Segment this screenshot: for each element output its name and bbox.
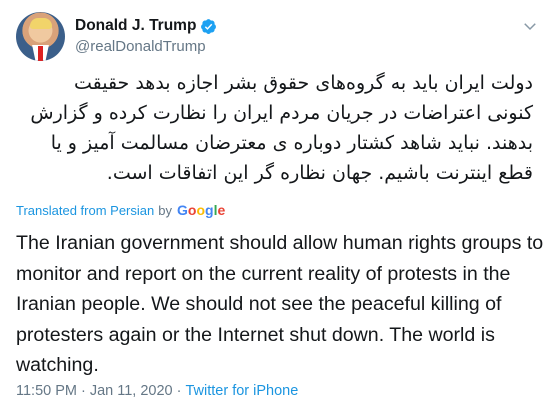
google-logo: Google: [176, 202, 226, 218]
tweet-card: Donald J. Trump @realDonaldTrump دولت ای…: [0, 0, 555, 416]
meta-separator: ·: [176, 383, 182, 399]
chevron-down-icon[interactable]: [521, 17, 539, 35]
author-display-name[interactable]: Donald J. Trump: [75, 17, 196, 35]
tweet-time[interactable]: 11:50 PM: [16, 383, 77, 399]
verified-badge-icon: [201, 18, 217, 34]
author-name-row: Donald J. Trump: [75, 17, 217, 35]
meta-separator: ·: [81, 383, 86, 399]
tweet-date[interactable]: Jan 11, 2020: [90, 383, 173, 399]
author-handle[interactable]: @realDonaldTrump: [75, 38, 217, 55]
translation-attribution: Translated from Persian by Google: [16, 202, 225, 218]
avatar[interactable]: [16, 11, 65, 61]
tweet-header: Donald J. Trump @realDonaldTrump: [16, 10, 217, 62]
author-block: Donald J. Trump @realDonaldTrump: [75, 17, 217, 55]
tweet-original-text: دولت ایران باید به گروه‌های حقوق بشر اجا…: [30, 72, 533, 184]
translation-by: by: [158, 202, 172, 218]
translation-label[interactable]: Translated from Persian: [16, 203, 154, 218]
tweet-meta: 11:50 PM · Jan 11, 2020 · Twitter for iP…: [16, 383, 298, 399]
tweet-translated-text: The Iranian government should allow huma…: [16, 232, 544, 376]
tweet-source[interactable]: Twitter for iPhone: [185, 383, 298, 399]
